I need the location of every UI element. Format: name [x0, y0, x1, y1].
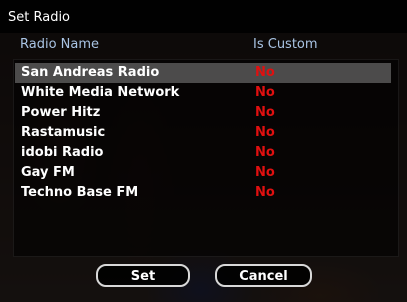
radio-name: White Media Network [21, 85, 180, 100]
radio-name: Gay FM [21, 165, 75, 180]
radio-name: idobi Radio [21, 145, 104, 160]
radio-name: Power Hitz [21, 105, 101, 120]
set-radio-dialog: Set Radio Radio Name Is Custom San Andre… [0, 0, 407, 302]
list-item[interactable]: White Media Network No [15, 83, 391, 103]
is-custom-value: No [255, 125, 275, 140]
dialog-titlebar[interactable]: Set Radio [0, 0, 407, 33]
cancel-button[interactable]: Cancel [215, 264, 312, 287]
is-custom-value: No [255, 105, 275, 120]
radio-name: Rastamusic [21, 125, 106, 140]
radio-name: San Andreas Radio [21, 65, 160, 80]
is-custom-value: No [255, 185, 275, 200]
list-item[interactable]: San Andreas Radio No [15, 63, 391, 83]
list-item[interactable]: Techno Base FM No [15, 183, 391, 203]
is-custom-value: No [255, 165, 275, 180]
is-custom-value: No [255, 65, 275, 80]
list-item[interactable]: Gay FM No [15, 163, 391, 183]
list-item[interactable]: Rastamusic No [15, 123, 391, 143]
is-custom-value: No [255, 145, 275, 160]
list-item[interactable]: Power Hitz No [15, 103, 391, 123]
radio-list[interactable]: San Andreas Radio No White Media Network… [13, 59, 399, 257]
set-button[interactable]: Set [96, 264, 190, 287]
dialog-title: Set Radio [8, 10, 71, 25]
is-custom-value: No [255, 85, 275, 100]
column-header-is-custom[interactable]: Is Custom [253, 37, 318, 53]
column-header-radio-name[interactable]: Radio Name [20, 37, 99, 53]
radio-name: Techno Base FM [21, 185, 139, 200]
list-item[interactable]: idobi Radio No [15, 143, 391, 163]
